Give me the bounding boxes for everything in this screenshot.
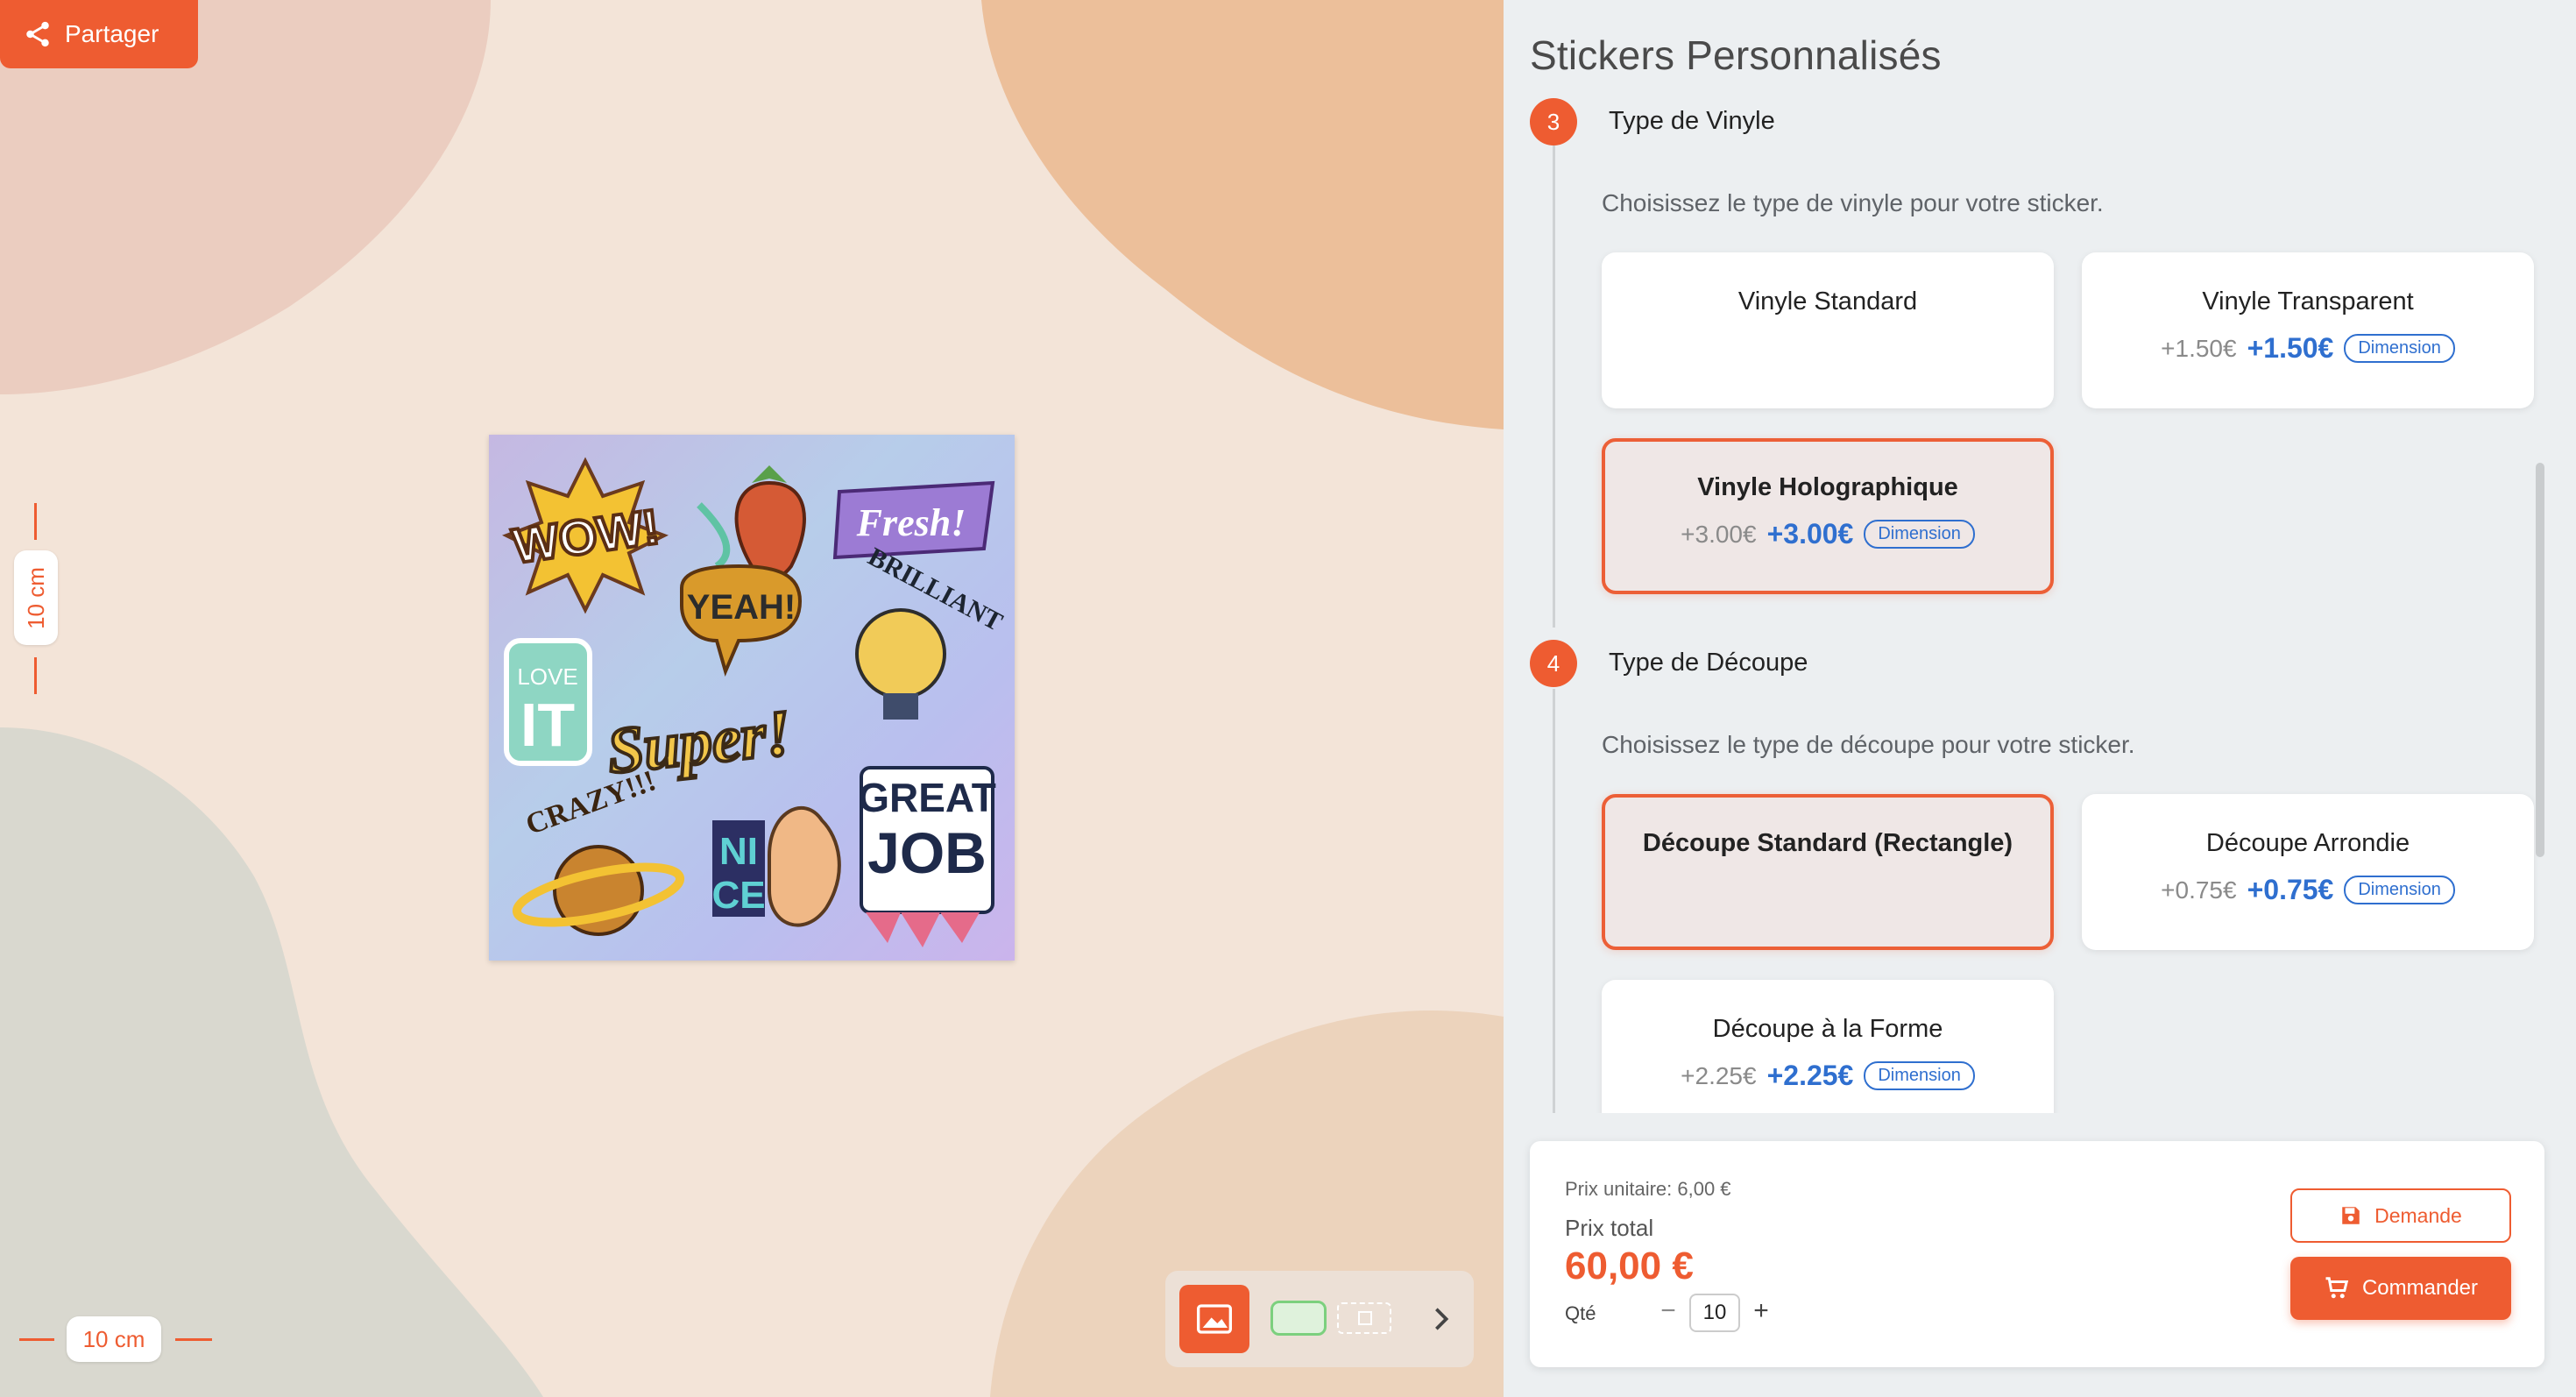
step-4-connector xyxy=(1553,689,1555,1113)
dimension-badge: Dimension xyxy=(2344,876,2455,904)
step-3-badge: 3 xyxy=(1530,98,1577,145)
option-old-price: +1.50€ xyxy=(2161,334,2237,362)
options-panel: Stickers Personnalisés 3 Type de Vinyle … xyxy=(1504,0,2576,1397)
option-name: Découpe Standard (Rectangle) xyxy=(1642,829,2013,857)
total-price-label: Prix total xyxy=(1565,1215,1654,1241)
option-new-price: +1.50€ xyxy=(2247,332,2334,364)
share-icon xyxy=(26,21,49,47)
view-cutline-button[interactable] xyxy=(1337,1302,1391,1334)
option-name: Vinyle Transparent xyxy=(2202,287,2414,316)
quantity-input[interactable]: 10 xyxy=(1689,1294,1740,1332)
option-old-price: +2.25€ xyxy=(1681,1061,1757,1089)
options-scroll-area[interactable]: 3 Type de Vinyle Choisissez le type de v… xyxy=(1504,96,2555,1113)
chevron-right-icon xyxy=(1435,1308,1449,1330)
height-dimension-line-top xyxy=(34,503,37,540)
option-vinyle-transparent[interactable]: Vinyle Transparent +1.50€ +1.50€ Dimensi… xyxy=(2082,252,2534,408)
request-quote-button[interactable]: Demande xyxy=(2290,1188,2511,1243)
option-vinyle-holographique[interactable]: Vinyle Holographique +3.00€ +3.00€ Dimen… xyxy=(1602,438,2054,594)
width-dimension-line-left xyxy=(19,1338,54,1341)
option-decoupe-forme[interactable]: Découpe à la Forme +2.25€ +2.25€ Dimensi… xyxy=(1602,980,2054,1113)
quantity-decrement-button[interactable]: − xyxy=(1652,1295,1684,1327)
sticker-crazy-text: CRAZY!!! xyxy=(521,764,660,841)
width-dimension-label: 10 cm xyxy=(67,1316,161,1362)
sticker-it-text: IT xyxy=(520,691,575,759)
total-price-value: 60,00 € xyxy=(1565,1245,1694,1287)
image-icon xyxy=(1197,1304,1232,1334)
next-view-button[interactable] xyxy=(1419,1297,1463,1341)
option-name: Découpe Arrondie xyxy=(2205,829,2410,857)
sticker-fresh-text: Fresh! xyxy=(856,501,966,544)
sticker-preview[interactable]: WOW! Fresh! YEAH! BRILLIANT LOVE IT Supe… xyxy=(489,435,1015,961)
page-title: Stickers Personnalisés xyxy=(1530,32,1942,78)
option-old-price: +3.00€ xyxy=(1681,520,1757,548)
order-button[interactable]: Commander xyxy=(2290,1257,2511,1320)
step-3-title: Type de Vinyle xyxy=(1609,107,1775,135)
sticker-ni-text: NI xyxy=(719,830,758,873)
option-vinyle-standard[interactable]: Vinyle Standard xyxy=(1602,252,2054,408)
save-icon xyxy=(2342,1207,2360,1224)
cart-icon xyxy=(2325,1277,2349,1299)
sticker-wow-text: WOW! xyxy=(509,499,662,574)
view-image-button[interactable] xyxy=(1179,1285,1249,1353)
sticker-love-text: LOVE xyxy=(517,663,577,690)
sticker-job-text: JOB xyxy=(867,820,987,885)
option-decoupe-standard[interactable]: Découpe Standard (Rectangle) xyxy=(1602,794,2054,950)
option-new-price: +2.25€ xyxy=(1766,1060,1854,1091)
option-decoupe-arrondie[interactable]: Découpe Arrondie +0.75€ +0.75€ Dimension xyxy=(2082,794,2534,950)
dimension-badge: Dimension xyxy=(1864,1061,1975,1090)
dimension-badge: Dimension xyxy=(2344,334,2455,363)
request-label: Demande xyxy=(2374,1203,2462,1227)
step-3-connector xyxy=(1553,145,1555,628)
option-old-price: +0.75€ xyxy=(2161,876,2237,904)
height-dimension-line-bottom xyxy=(34,657,37,694)
quantity-label: Qté xyxy=(1565,1302,1596,1324)
step-4-badge: 4 xyxy=(1530,640,1577,687)
step-4-title: Type de Découpe xyxy=(1609,649,1808,677)
quantity-increment-button[interactable]: + xyxy=(1745,1295,1777,1327)
dimension-badge: Dimension xyxy=(1864,520,1975,549)
unit-price: Prix unitaire: 6,00 € xyxy=(1565,1178,1731,1200)
order-summary: Prix unitaire: 6,00 € Prix total 60,00 €… xyxy=(1530,1141,2544,1367)
sticker-artwork: WOW! Fresh! YEAH! BRILLIANT LOVE IT Supe… xyxy=(502,457,1008,947)
order-label: Commander xyxy=(2361,1276,2479,1300)
option-new-price: +3.00€ xyxy=(1766,518,1854,550)
option-name: Découpe à la Forme xyxy=(1712,1015,1943,1043)
scrollbar-thumb[interactable] xyxy=(2536,463,2544,857)
height-dimension-label: 10 cm xyxy=(14,550,58,645)
cutline-icon xyxy=(1358,1311,1372,1325)
sticker-great-text: GREAT xyxy=(858,775,996,820)
option-new-price: +0.75€ xyxy=(2247,874,2334,905)
view-toolbar xyxy=(1165,1271,1474,1367)
sticker-yeah-text: YEAH! xyxy=(687,588,796,627)
sticker-ce-text: CE xyxy=(711,874,765,917)
option-name: Vinyle Holographique xyxy=(1697,473,1958,501)
design-canvas: Partager 10 cm 10 cm WOW! Fresh! YEAH! B… xyxy=(0,0,1504,1397)
share-button[interactable]: Partager xyxy=(0,0,198,68)
step-4-description: Choisissez le type de découpe pour votre… xyxy=(1602,731,2135,758)
option-name: Vinyle Standard xyxy=(1737,287,1918,316)
width-dimension-line-right xyxy=(175,1338,212,1341)
view-shape-button[interactable] xyxy=(1270,1301,1327,1336)
step-3-description: Choisissez le type de vinyle pour votre … xyxy=(1602,189,2104,216)
share-label: Partager xyxy=(65,20,159,47)
